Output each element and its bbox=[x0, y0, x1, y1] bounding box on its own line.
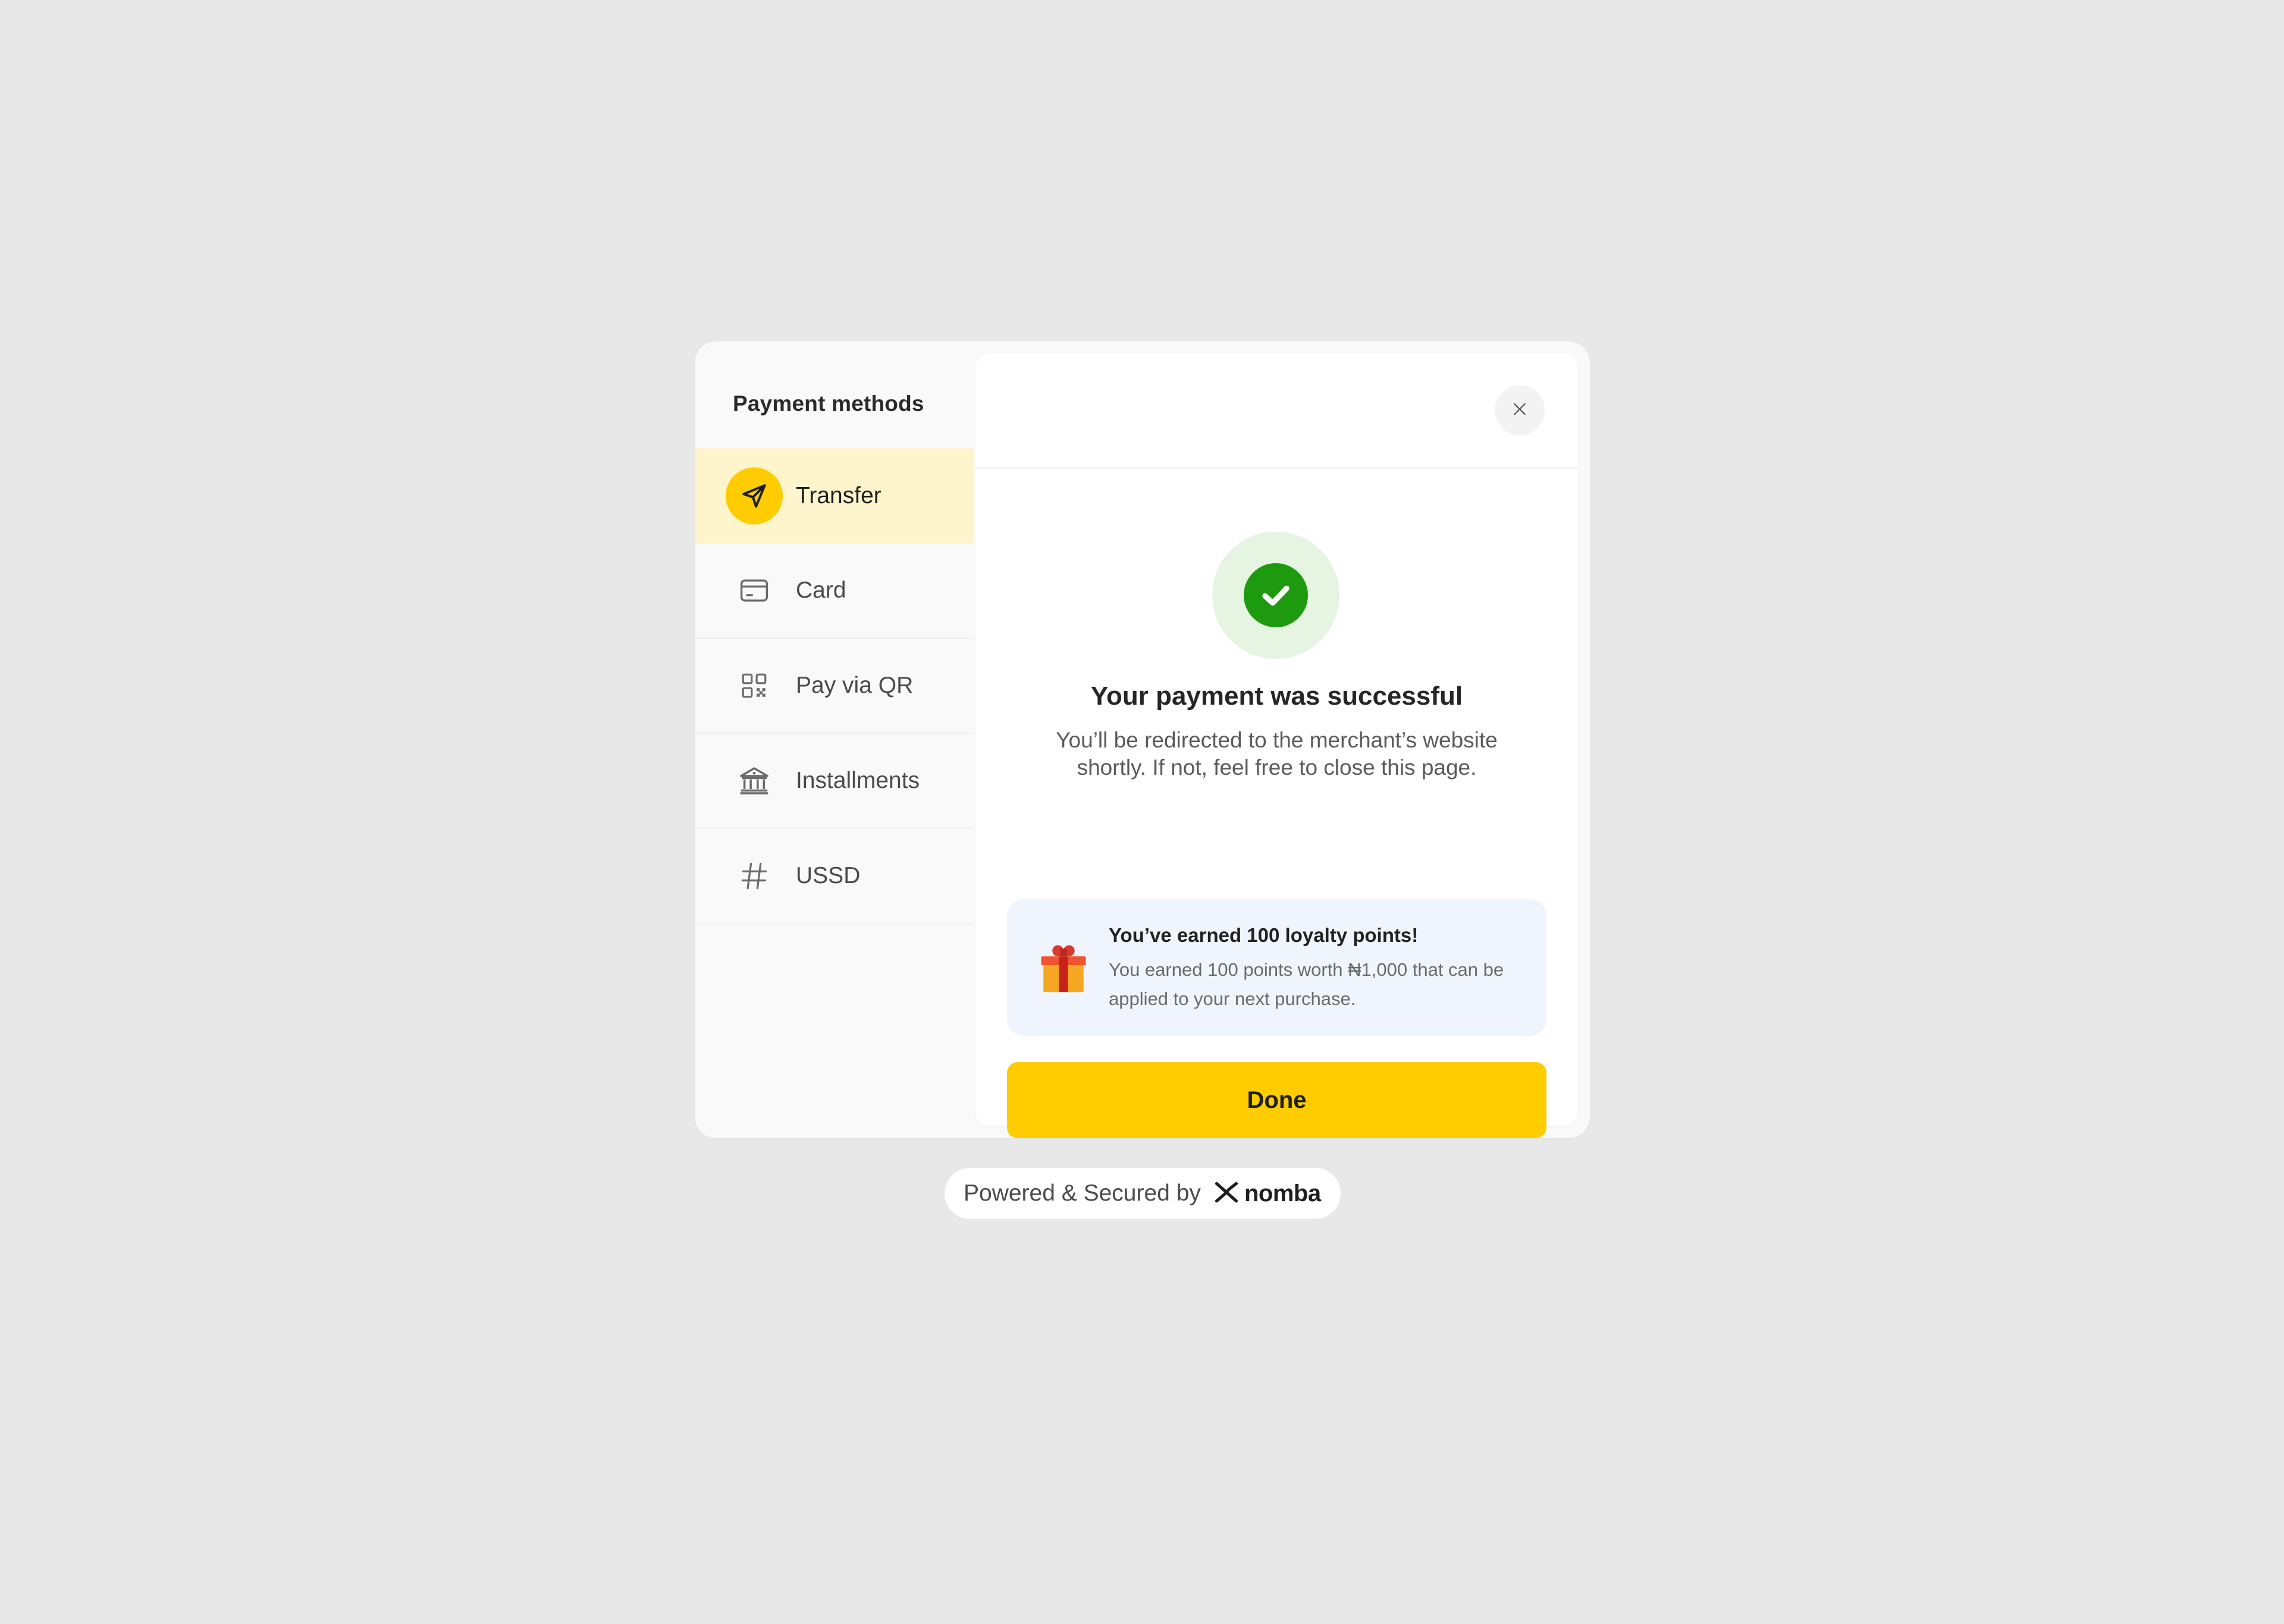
success-indicator bbox=[1212, 532, 1339, 659]
bank-icon bbox=[726, 752, 783, 809]
loyalty-description: You earned 100 points worth ₦1,000 that … bbox=[1109, 959, 1504, 1009]
method-transfer[interactable]: Transfer bbox=[695, 448, 974, 544]
method-label: Card bbox=[796, 577, 846, 603]
method-ussd[interactable]: USSD bbox=[695, 829, 974, 924]
method-label: Transfer bbox=[796, 483, 881, 508]
nomba-logo-icon bbox=[1213, 1179, 1240, 1208]
close-icon bbox=[1511, 400, 1529, 421]
method-label: USSD bbox=[796, 863, 861, 888]
done-button[interactable]: Done bbox=[1007, 1062, 1546, 1138]
loyalty-card: You’ve earned 100 loyalty points! You ea… bbox=[1007, 899, 1546, 1036]
success-message: You’ll be redirected to the merchant’s w… bbox=[1056, 728, 1498, 780]
method-card[interactable]: Card bbox=[695, 544, 974, 639]
method-label: Installments bbox=[796, 768, 920, 793]
loyalty-title: You’ve earned 100 loyalty points! bbox=[1109, 924, 1419, 946]
brand-logo: nomba bbox=[1213, 1177, 1321, 1210]
success-title: Your payment was successful bbox=[1090, 681, 1463, 711]
hash-icon bbox=[726, 847, 783, 904]
credit-card-icon bbox=[726, 562, 783, 619]
payment-modal: Payment methods Transfer Card Pay via QR… bbox=[695, 341, 1590, 1138]
powered-by-text: Powered & Secured by bbox=[964, 1180, 1201, 1206]
qr-code-icon bbox=[726, 657, 783, 714]
brand-name: nomba bbox=[1244, 1180, 1321, 1207]
sidebar-title: Payment methods bbox=[733, 391, 924, 416]
method-pay-via-qr[interactable]: Pay via QR bbox=[695, 639, 974, 734]
method-installments[interactable]: Installments bbox=[695, 734, 974, 829]
panel-header bbox=[975, 353, 1578, 469]
close-button[interactable] bbox=[1495, 385, 1545, 435]
powered-by-badge: Powered & Secured by nomba bbox=[945, 1168, 1341, 1219]
method-label: Pay via QR bbox=[796, 673, 914, 698]
send-icon bbox=[726, 467, 783, 524]
gift-icon bbox=[1037, 941, 1090, 994]
success-panel: Your payment was successful You’ll be re… bbox=[975, 353, 1578, 1138]
check-circle-icon bbox=[1244, 563, 1308, 627]
payment-methods-sidebar: Payment methods Transfer Card Pay via QR… bbox=[695, 341, 974, 1138]
